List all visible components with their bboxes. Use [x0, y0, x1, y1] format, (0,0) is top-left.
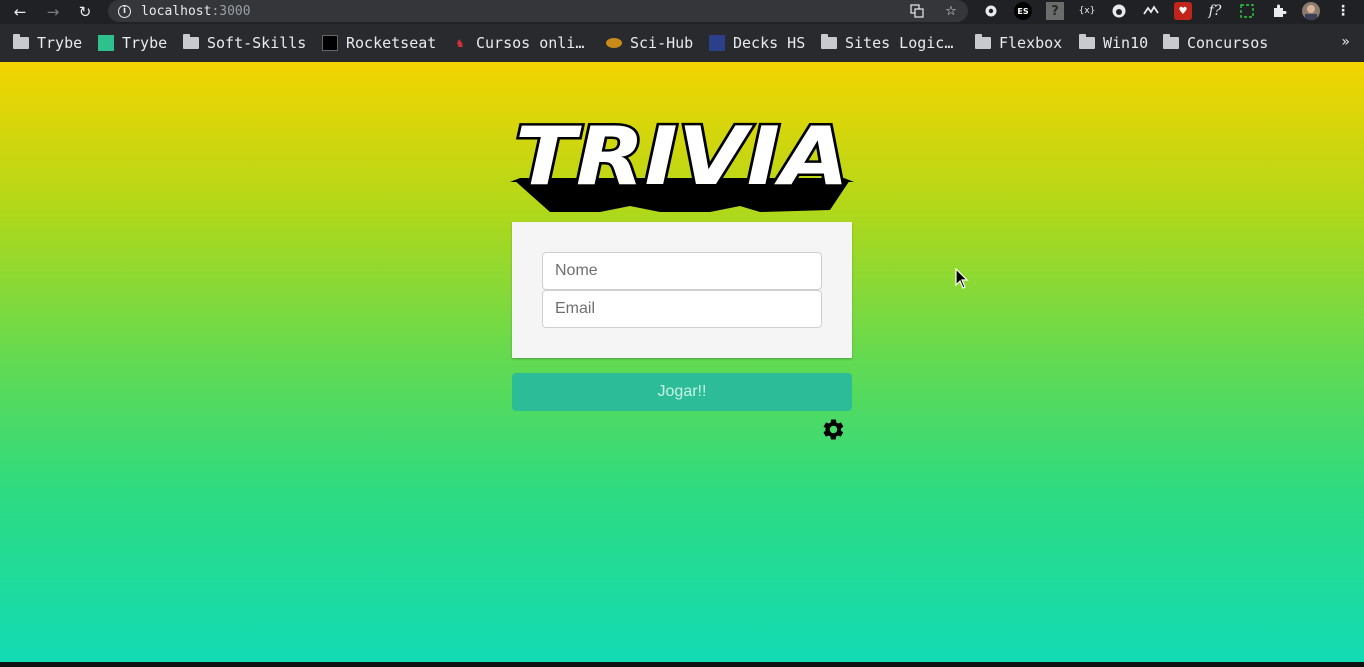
- bookmark-label: Trybe: [37, 34, 83, 52]
- hearts-icon[interactable]: ♥: [1174, 2, 1192, 20]
- bookmark-label: Cursos onli…: [476, 34, 585, 52]
- trivia-logo: TRIVIA: [510, 110, 854, 212]
- star-icon[interactable]: ☆: [942, 2, 960, 20]
- cursos-favicon: ♞: [456, 36, 464, 50]
- es-badge-icon[interactable]: ES: [1014, 2, 1032, 20]
- bookmark-trybe-folder[interactable]: Trybe: [13, 32, 82, 54]
- bookmark-sci-hub[interactable]: Sci-Hub: [606, 32, 693, 54]
- page-bottom-edge: [0, 662, 1364, 667]
- reload-icon[interactable]: ↻: [73, 0, 97, 24]
- trivia-page: TRIVIA Jogar!!: [0, 62, 1364, 662]
- trybe-favicon: [98, 35, 114, 51]
- bookmark-label: Concursos: [1187, 34, 1269, 52]
- gear-icon[interactable]: [982, 2, 1000, 20]
- bookmark-label: Rocketseat: [346, 34, 437, 52]
- rocketseat-favicon: [322, 35, 338, 51]
- bookmark-sites-logic[interactable]: Sites Logic…: [821, 32, 953, 54]
- bookmark-cursos[interactable]: ♞ Cursos onli…: [452, 32, 584, 54]
- puzzle-icon[interactable]: [1270, 2, 1288, 20]
- bookmark-trybe[interactable]: Trybe: [98, 32, 167, 54]
- bookmark-concursos[interactable]: Concursos: [1163, 32, 1268, 54]
- translate-icon[interactable]: [908, 2, 926, 20]
- avatar[interactable]: [1302, 2, 1320, 20]
- arrow-forward-icon[interactable]: →: [41, 0, 65, 24]
- gear-icon[interactable]: [821, 417, 846, 442]
- url-port: :3000: [211, 3, 251, 19]
- help-icon[interactable]: ?: [1046, 2, 1064, 20]
- bookmarks-bar: Trybe Trybe Soft-Skills Rocketseat ♞ Cur…: [0, 24, 1364, 62]
- bookmark-label: Soft-Skills: [207, 34, 307, 52]
- logo-text: TRIVIA: [515, 110, 849, 203]
- kebab-menu-icon[interactable]: ⋮: [1334, 2, 1352, 20]
- selection-icon[interactable]: [1238, 2, 1256, 20]
- folder-icon: [821, 34, 837, 51]
- browser-toolbar: ← → ↻ i localhost:3000 ☆ ES ? {x} ♥ f? ⋮: [0, 0, 1364, 24]
- folder-icon: [1163, 34, 1179, 51]
- bookmark-label: Sites Logic…: [845, 34, 954, 52]
- name-input[interactable]: [542, 252, 822, 290]
- folder-icon: [975, 34, 991, 51]
- bookmark-flexbox[interactable]: Flexbox: [975, 32, 1062, 54]
- github-icon[interactable]: [1110, 2, 1128, 20]
- bookmarks-overflow-button[interactable]: »: [1341, 34, 1350, 50]
- bookmark-label: Decks HS: [733, 34, 806, 52]
- brackets-icon[interactable]: {x}: [1078, 2, 1096, 20]
- folder-icon: [1079, 34, 1095, 51]
- info-icon[interactable]: i: [118, 4, 131, 18]
- login-card: [512, 222, 852, 358]
- email-input[interactable]: [542, 290, 822, 328]
- bookmark-label: Sci-Hub: [630, 34, 694, 52]
- folder-icon: [183, 34, 199, 51]
- folder-icon: [13, 34, 29, 51]
- formula-icon[interactable]: f?: [1206, 2, 1224, 20]
- arrow-back-icon[interactable]: ←: [8, 0, 32, 24]
- bookmark-label: Win10: [1103, 34, 1149, 52]
- address-bar[interactable]: i localhost:3000 ☆: [108, 0, 968, 22]
- bookmark-decks-hs[interactable]: Decks HS: [709, 32, 805, 54]
- url-host: localhost: [141, 3, 212, 19]
- bookmark-label: Trybe: [122, 34, 168, 52]
- bookmark-soft-skills[interactable]: Soft-Skills: [183, 32, 306, 54]
- decks-favicon: [709, 35, 725, 51]
- play-button[interactable]: Jogar!!: [512, 373, 852, 411]
- bookmark-rocketseat[interactable]: Rocketseat: [322, 32, 436, 54]
- scihub-favicon: [606, 38, 622, 48]
- bookmark-win10[interactable]: Win10: [1079, 32, 1148, 54]
- wave-icon[interactable]: [1142, 2, 1160, 20]
- mouse-cursor-icon: [955, 268, 969, 289]
- bookmark-label: Flexbox: [999, 34, 1063, 52]
